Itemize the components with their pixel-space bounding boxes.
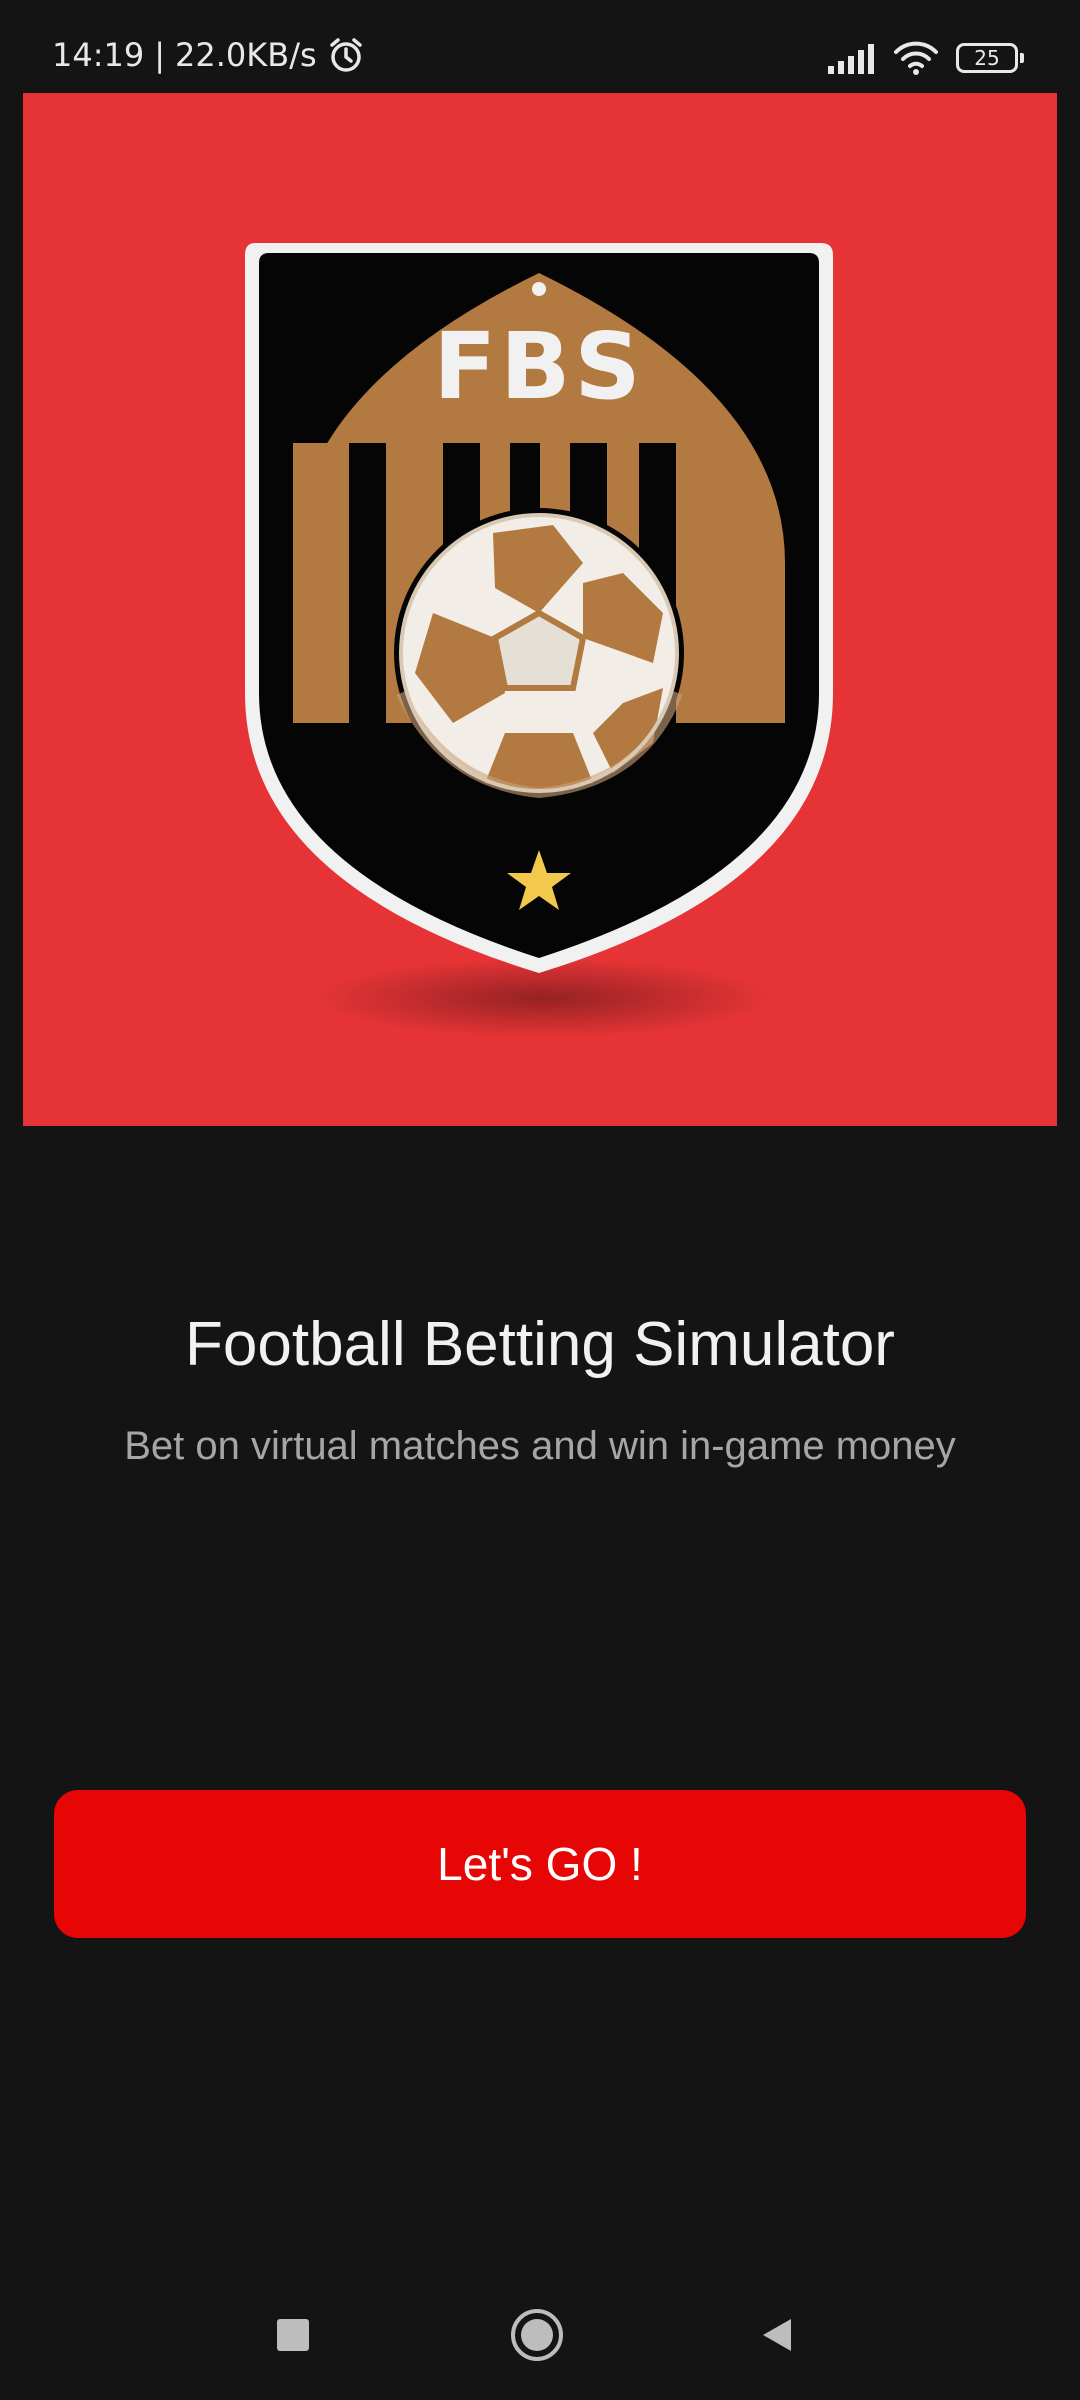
lets-go-button[interactable]: Let's GO ! (54, 1790, 1026, 1938)
app-subtitle: Bet on virtual matches and win in-game m… (124, 1424, 956, 1468)
status-bar: 14:19 | 22.0KB/s 25 (0, 0, 1080, 92)
network-speed: 22.0KB/s (175, 36, 317, 74)
alarm-icon (327, 36, 365, 74)
status-left: 14:19 | 22.0KB/s (52, 36, 365, 74)
status-separator: | (154, 36, 165, 74)
recents-square-icon[interactable] (258, 2300, 328, 2370)
football-icon (394, 508, 684, 799)
status-right: 25 (826, 40, 1024, 76)
app-title: Football Betting Simulator (185, 1310, 895, 1379)
signal-icon (826, 42, 876, 74)
wifi-icon (892, 40, 940, 76)
app-screen: 14:19 | 22.0KB/s 25 FBS Football Betting… (0, 0, 1080, 2400)
home-circle-icon[interactable] (502, 2300, 572, 2370)
navigation-bar (0, 2290, 1080, 2380)
hero-banner: FBS (23, 93, 1057, 1126)
fbs-crest-logo: FBS (245, 243, 833, 1038)
logo-text: FBS (433, 313, 644, 420)
battery-icon: 25 (956, 43, 1024, 73)
battery-level: 25 (974, 46, 1000, 70)
status-time: 14:19 (52, 36, 145, 74)
back-triangle-icon[interactable] (742, 2300, 812, 2370)
